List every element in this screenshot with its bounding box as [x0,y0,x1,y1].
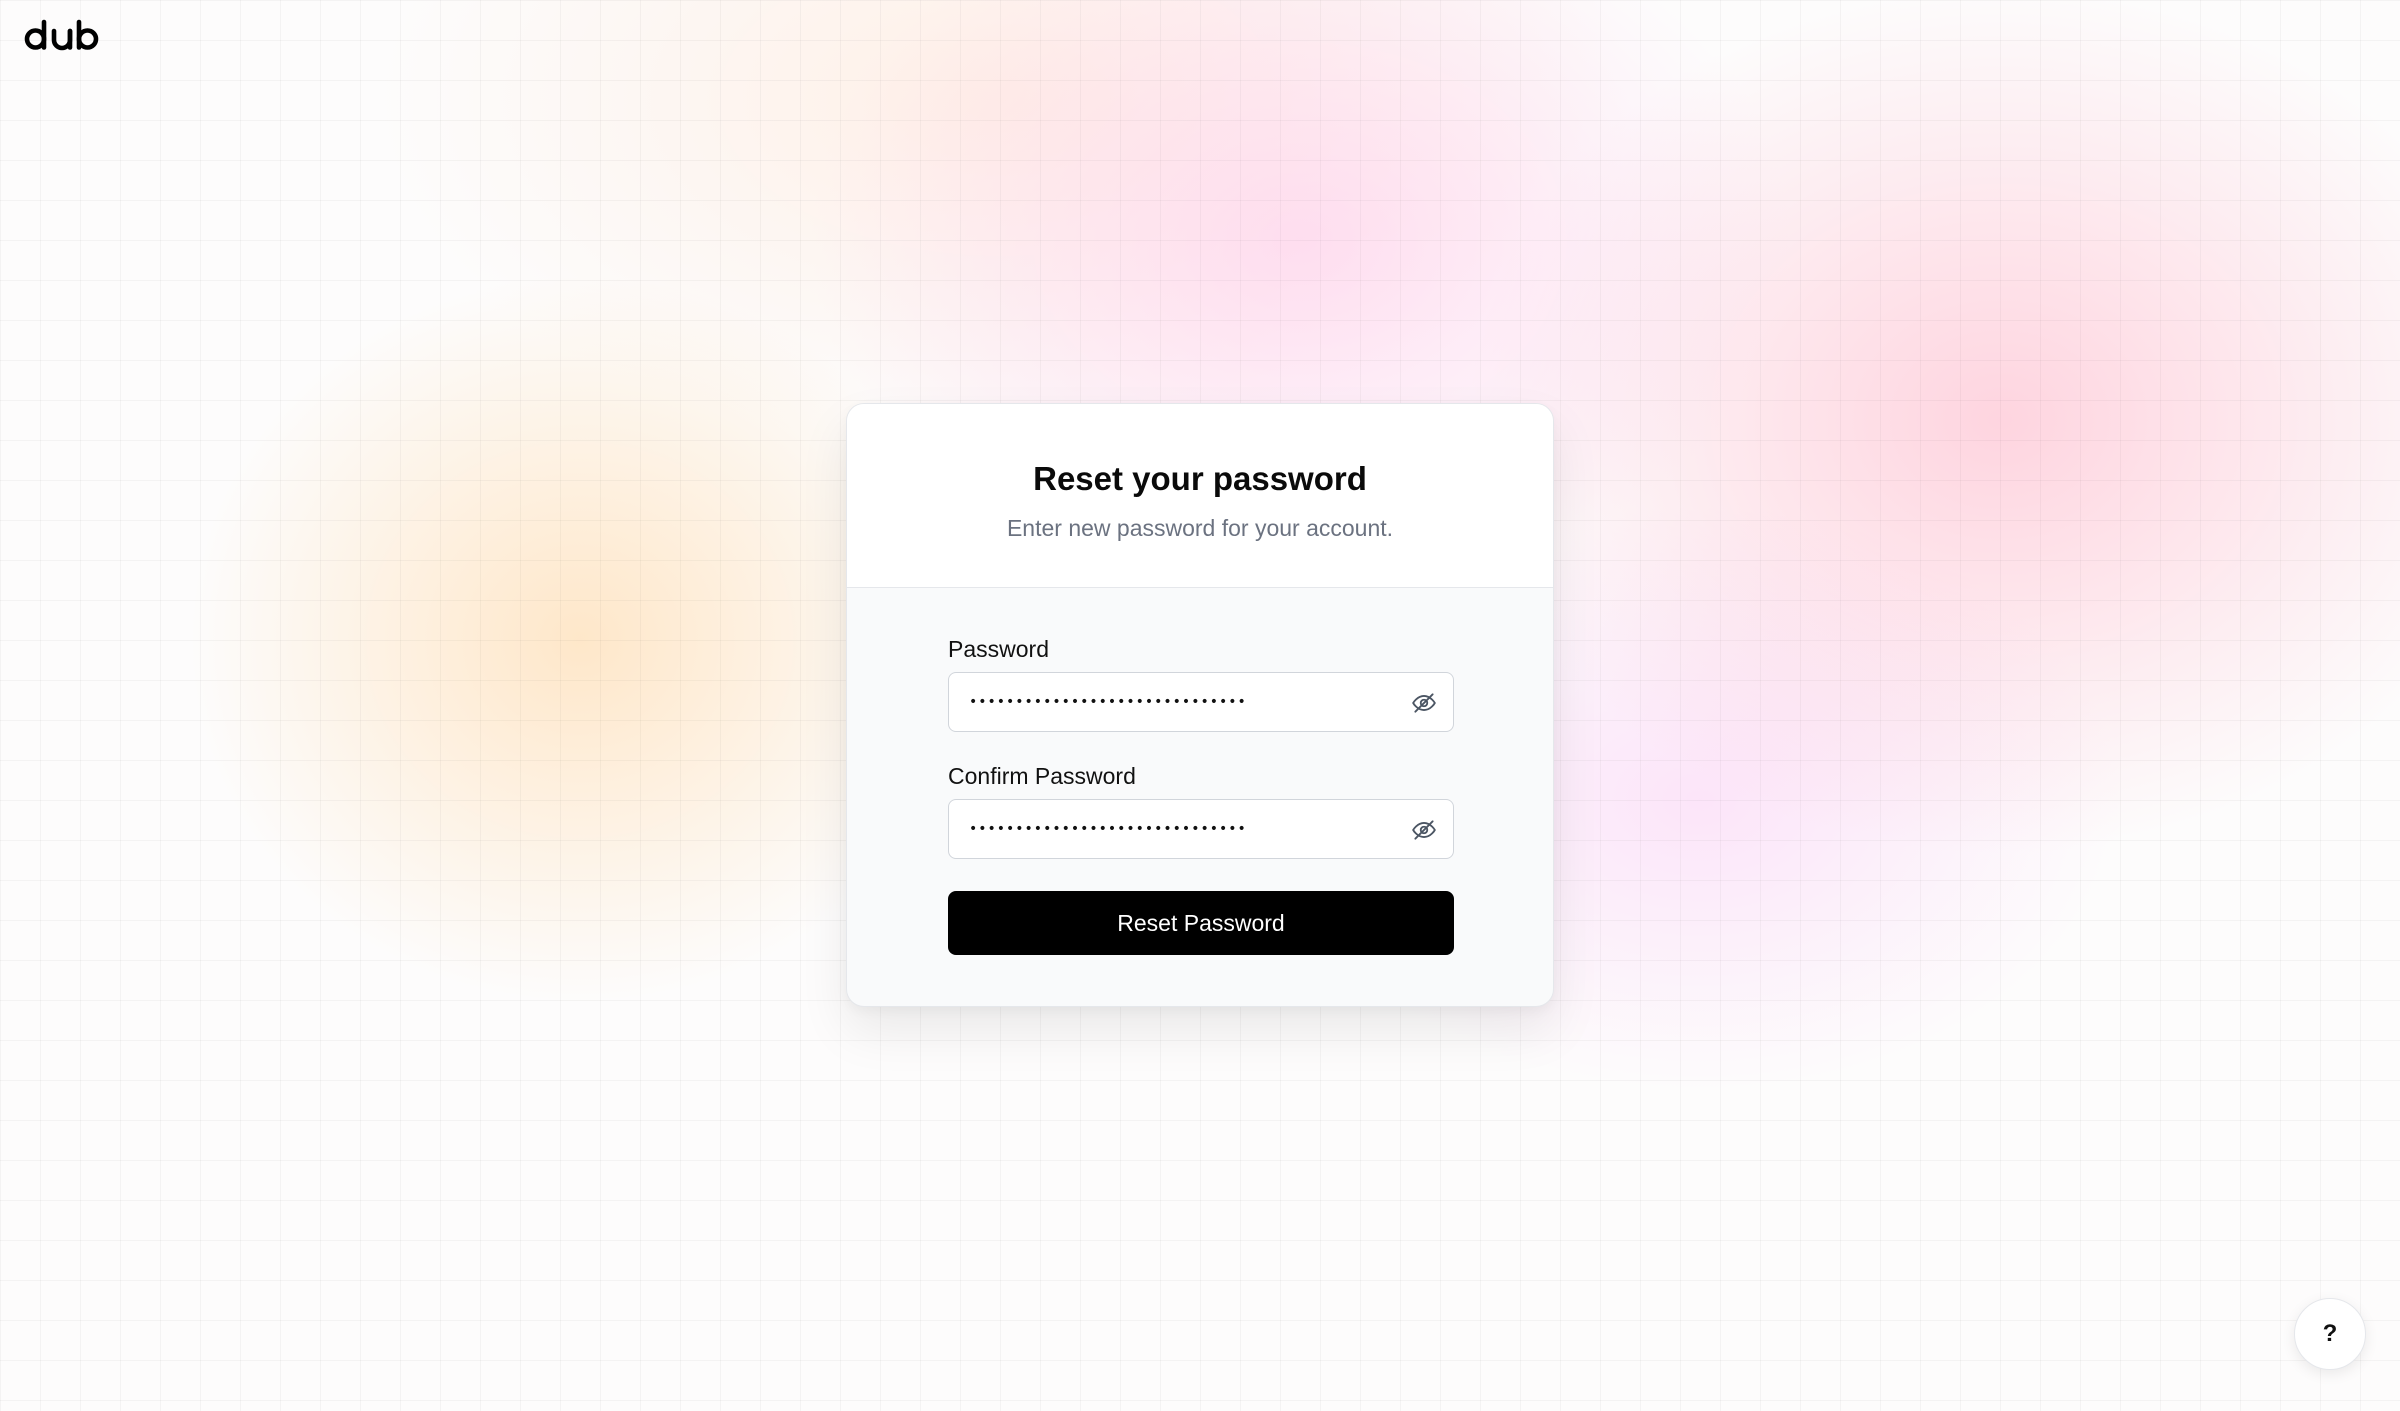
reset-password-card: Reset your password Enter new password f… [846,403,1554,1007]
eye-off-icon[interactable] [1411,817,1437,843]
page-title: Reset your password [1033,460,1367,497]
password-field [948,672,1454,732]
card-header: Reset your password Enter new password f… [847,404,1553,588]
confirm-password-input[interactable] [949,800,1453,858]
password-label: Password [948,636,1049,662]
password-input[interactable] [949,673,1453,731]
eye-off-icon[interactable] [1411,690,1437,716]
dub-logo-mark [24,19,99,51]
confirm-password-label: Confirm Password [948,763,1136,789]
page-subtitle: Enter new password for your account. [1006,515,1394,541]
dub-logo[interactable] [24,14,100,58]
confirm-password-field [948,799,1454,859]
reset-password-form: Password Confirm Password [847,634,1553,955]
help-button[interactable]: ? [2294,1298,2366,1370]
reset-password-button[interactable]: Reset Password [948,891,1454,955]
